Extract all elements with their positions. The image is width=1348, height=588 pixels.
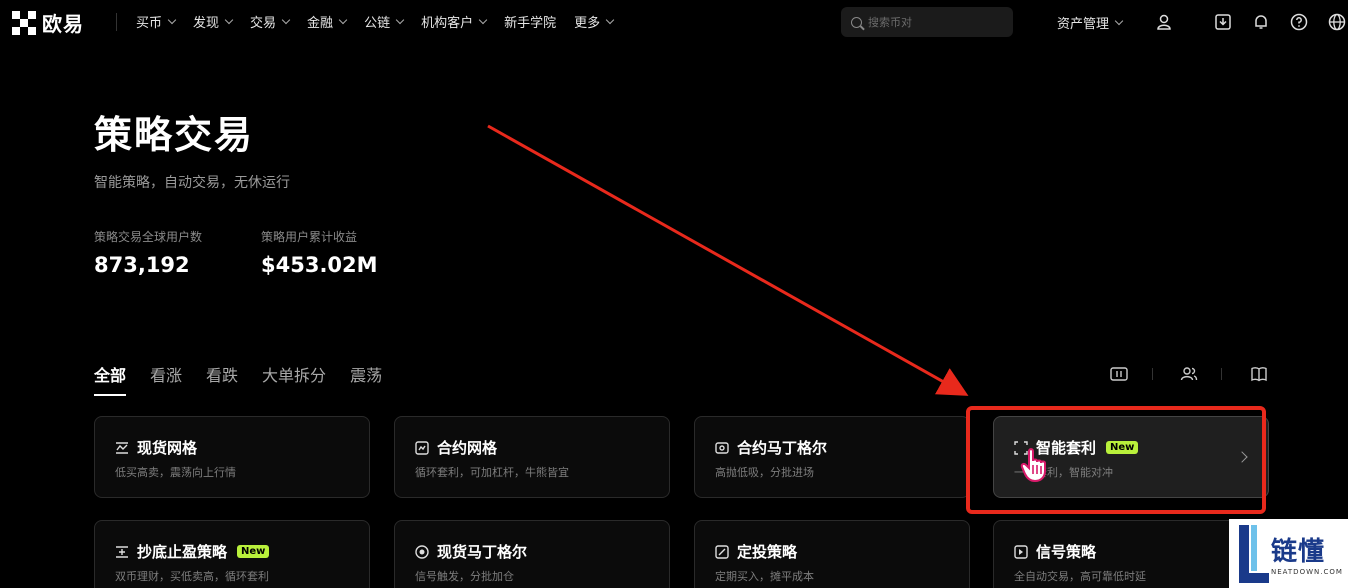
card-title: 合约马丁格尔 <box>737 439 828 457</box>
card-description: 信号触发，分批加仓 <box>415 570 514 583</box>
view-separator <box>1221 368 1222 380</box>
tab-bearish[interactable]: 看跌 <box>206 362 238 396</box>
martingale-icon <box>715 441 729 455</box>
card-view-icon[interactable] <box>1109 364 1129 384</box>
card-description: 双币理财，买低卖高，循环套利 <box>115 570 269 583</box>
strategy-card-contract-martingale[interactable]: 合约马丁格尔 高抛低吸，分批进场 <box>694 416 970 498</box>
strategy-filter-tabs: 全部 看涨 看跌 大单拆分 震荡 <box>94 362 406 396</box>
dip-buy-icon <box>115 545 129 559</box>
watermark-l-icon <box>1229 519 1271 588</box>
watermark-logo: 链懂 NEATDOWN.COM <box>1229 519 1348 588</box>
card-title: 定投策略 <box>737 543 798 561</box>
new-badge: New <box>237 545 270 558</box>
tab-bullish[interactable]: 看涨 <box>150 362 182 396</box>
highlight-annotation-box <box>966 406 1266 514</box>
watermark-domain: NEATDOWN.COM <box>1271 568 1343 576</box>
grid-icon <box>115 441 129 455</box>
watermark-text: 链懂 <box>1271 537 1326 567</box>
card-title: 信号策略 <box>1036 543 1097 561</box>
view-separator <box>1152 368 1153 380</box>
card-title: 抄底止盈策略 <box>137 543 228 561</box>
tab-all[interactable]: 全部 <box>94 362 127 396</box>
tab-range[interactable]: 震荡 <box>350 362 382 396</box>
card-title: 现货马丁格尔 <box>437 543 528 561</box>
strategy-card-recurring-buy[interactable]: 定投策略 定期买入，摊平成本 <box>694 520 970 588</box>
strategy-card-contract-grid[interactable]: 合约网格 循环套利，可加杠杆，牛熊皆宜 <box>394 416 670 498</box>
tab-large-order-split[interactable]: 大单拆分 <box>262 362 326 396</box>
strategy-card-dip-buy-take-profit[interactable]: 抄底止盈策略 New 双币理财，买低卖高，循环套利 <box>94 520 370 588</box>
card-description: 高抛低吸，分批进场 <box>715 466 814 479</box>
card-description: 循环套利，可加杠杆，牛熊皆宜 <box>415 466 569 479</box>
signal-icon <box>1014 544 1028 559</box>
recurring-buy-icon <box>715 544 729 559</box>
contract-grid-icon <box>415 440 429 455</box>
card-title: 合约网格 <box>437 439 498 457</box>
strategy-card-spot-martingale[interactable]: 现货马丁格尔 信号触发，分批加仓 <box>394 520 670 588</box>
card-title: 现货网格 <box>137 439 198 457</box>
users-icon[interactable] <box>1179 364 1199 384</box>
strategy-card-signal[interactable]: 信号策略 全自动交易，高可靠低时延 <box>993 520 1269 588</box>
card-description: 低买高卖，震荡向上行情 <box>115 466 236 479</box>
spot-martingale-icon <box>415 544 429 559</box>
card-description: 定期买入，摊平成本 <box>715 570 814 583</box>
strategy-card-spot-grid[interactable]: 现货网格 低买高卖，震荡向上行情 <box>94 416 370 498</box>
guide-book-icon[interactable] <box>1249 364 1269 384</box>
